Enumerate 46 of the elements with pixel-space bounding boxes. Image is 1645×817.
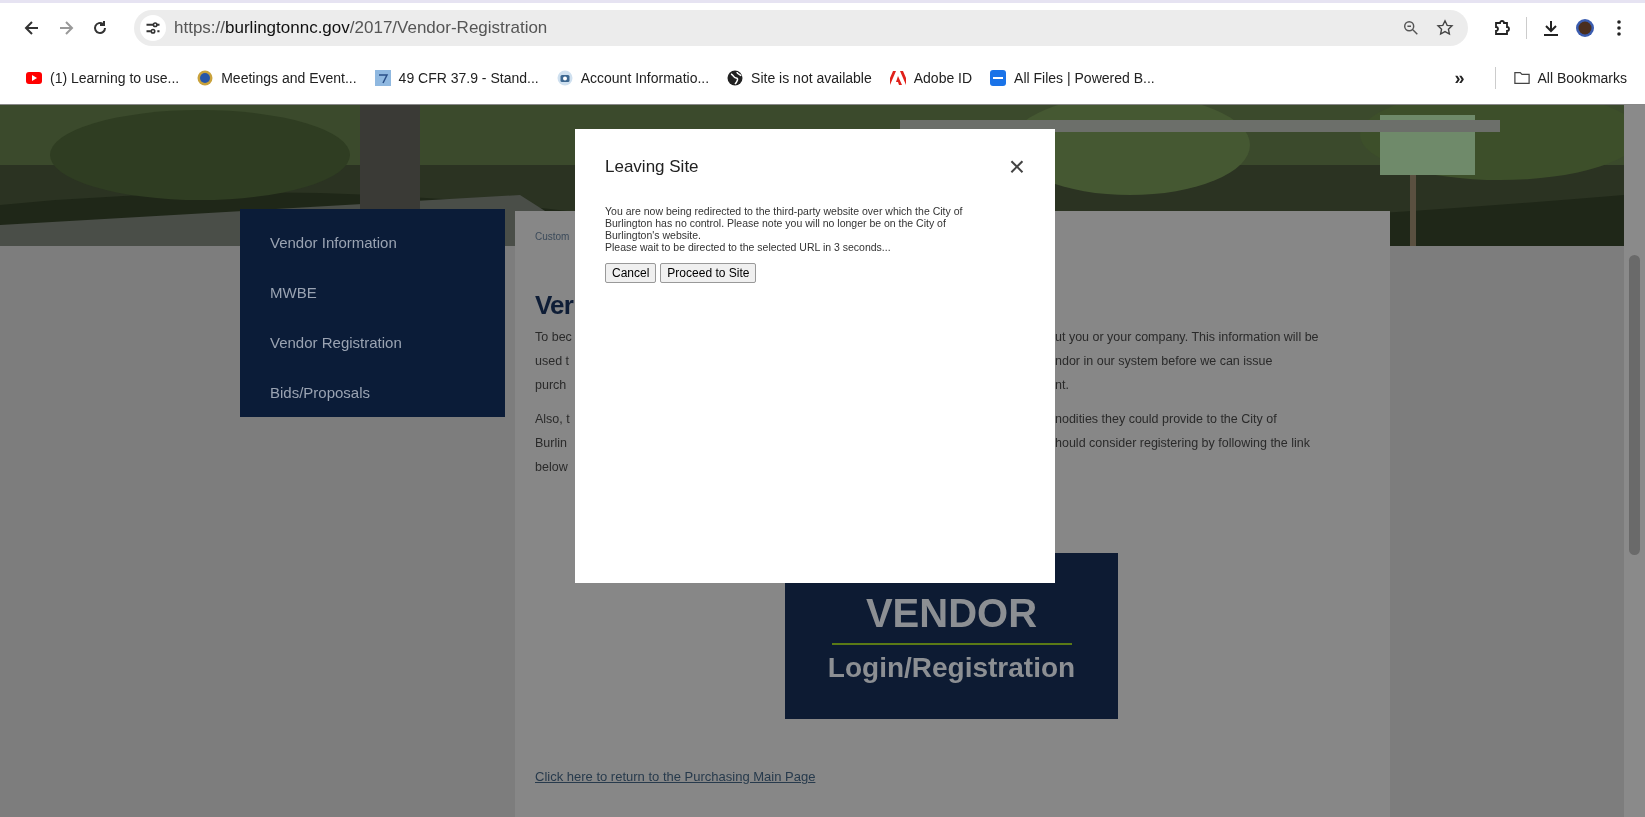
sidebar-link[interactable]: Vendor Information bbox=[270, 217, 505, 267]
bookmark[interactable]: Site is not available bbox=[727, 70, 872, 86]
scrollbar[interactable] bbox=[1624, 105, 1645, 817]
camera-icon bbox=[556, 70, 573, 86]
dialog-button[interactable]: Cancel bbox=[605, 263, 657, 283]
bookmark[interactable]: Account Informatio... bbox=[556, 70, 710, 86]
bookmark[interactable]: Meetings and Event... bbox=[197, 70, 357, 86]
bookmark[interactable]: (1) Learning to use... bbox=[26, 70, 180, 86]
play-icon bbox=[26, 70, 42, 86]
paragraph-text: nt. bbox=[1055, 378, 1070, 392]
all-bookmarks-button[interactable]: All Bookmarks bbox=[1513, 70, 1627, 86]
paragraph-text: Also, t bbox=[535, 412, 571, 426]
page-heading: Ver bbox=[535, 289, 575, 322]
document-icon bbox=[374, 70, 391, 86]
paragraph-text: used t bbox=[535, 354, 571, 368]
paragraph-text: Burlin bbox=[535, 436, 568, 450]
paragraph-text: ndor in our system before we can issue bbox=[1055, 354, 1274, 368]
banner-title: VENDOR bbox=[865, 591, 1038, 635]
paragraph-text: ut you or your company. This information will be bbox=[1055, 330, 1320, 344]
adobe-icon bbox=[889, 70, 906, 86]
paragraph-text: below bbox=[535, 460, 569, 474]
close-button[interactable]: × bbox=[1008, 153, 1025, 181]
bookmark[interactable]: All Files | Powered B... bbox=[990, 70, 1155, 86]
banner-subtitle: Login/Registration bbox=[827, 651, 1076, 685]
paragraph-text: To bec bbox=[535, 330, 573, 344]
folder-icon bbox=[1513, 70, 1530, 86]
globe-icon bbox=[727, 70, 744, 86]
bookmark[interactable]: 49 CFR 37.9 - Stand... bbox=[374, 70, 539, 86]
star-icon[interactable] bbox=[1436, 18, 1454, 37]
more-bookmarks-button[interactable]: » bbox=[1442, 67, 1477, 89]
bookmark[interactable]: Adobe ID bbox=[889, 70, 973, 86]
sidebar-link[interactable]: Bids/Proposals bbox=[270, 367, 505, 417]
puzzle-icon[interactable] bbox=[1492, 17, 1512, 38]
paragraph-text: hould consider registering by following the link bbox=[1055, 436, 1311, 450]
dialog-button[interactable]: Proceed to Site bbox=[660, 263, 757, 283]
address-bar[interactable]: https://burlingtonnc.gov/2017/Vendor-Registration bbox=[134, 9, 1468, 46]
zoom-icon[interactable] bbox=[1402, 18, 1420, 37]
site-settings-icon[interactable] bbox=[140, 14, 166, 41]
avatar-icon[interactable] bbox=[1575, 17, 1595, 38]
dialog-message: You are now being redirected to the third-party website over which the City of Burlington has no control. Please note you will no longer be on the City of Burlington's website. Please wait to be directed to the selected URL in 3 seconds... bbox=[605, 205, 964, 253]
dialog-title: Leaving Site bbox=[605, 157, 699, 177]
sidebar-link[interactable]: MWBE bbox=[270, 267, 505, 317]
paragraph-text: nodities they could provide to the City of bbox=[1055, 412, 1278, 426]
sidebar-link[interactable]: Vendor Registration bbox=[270, 317, 505, 367]
paragraph-text: purch bbox=[535, 378, 568, 392]
circle-icon bbox=[197, 70, 214, 86]
